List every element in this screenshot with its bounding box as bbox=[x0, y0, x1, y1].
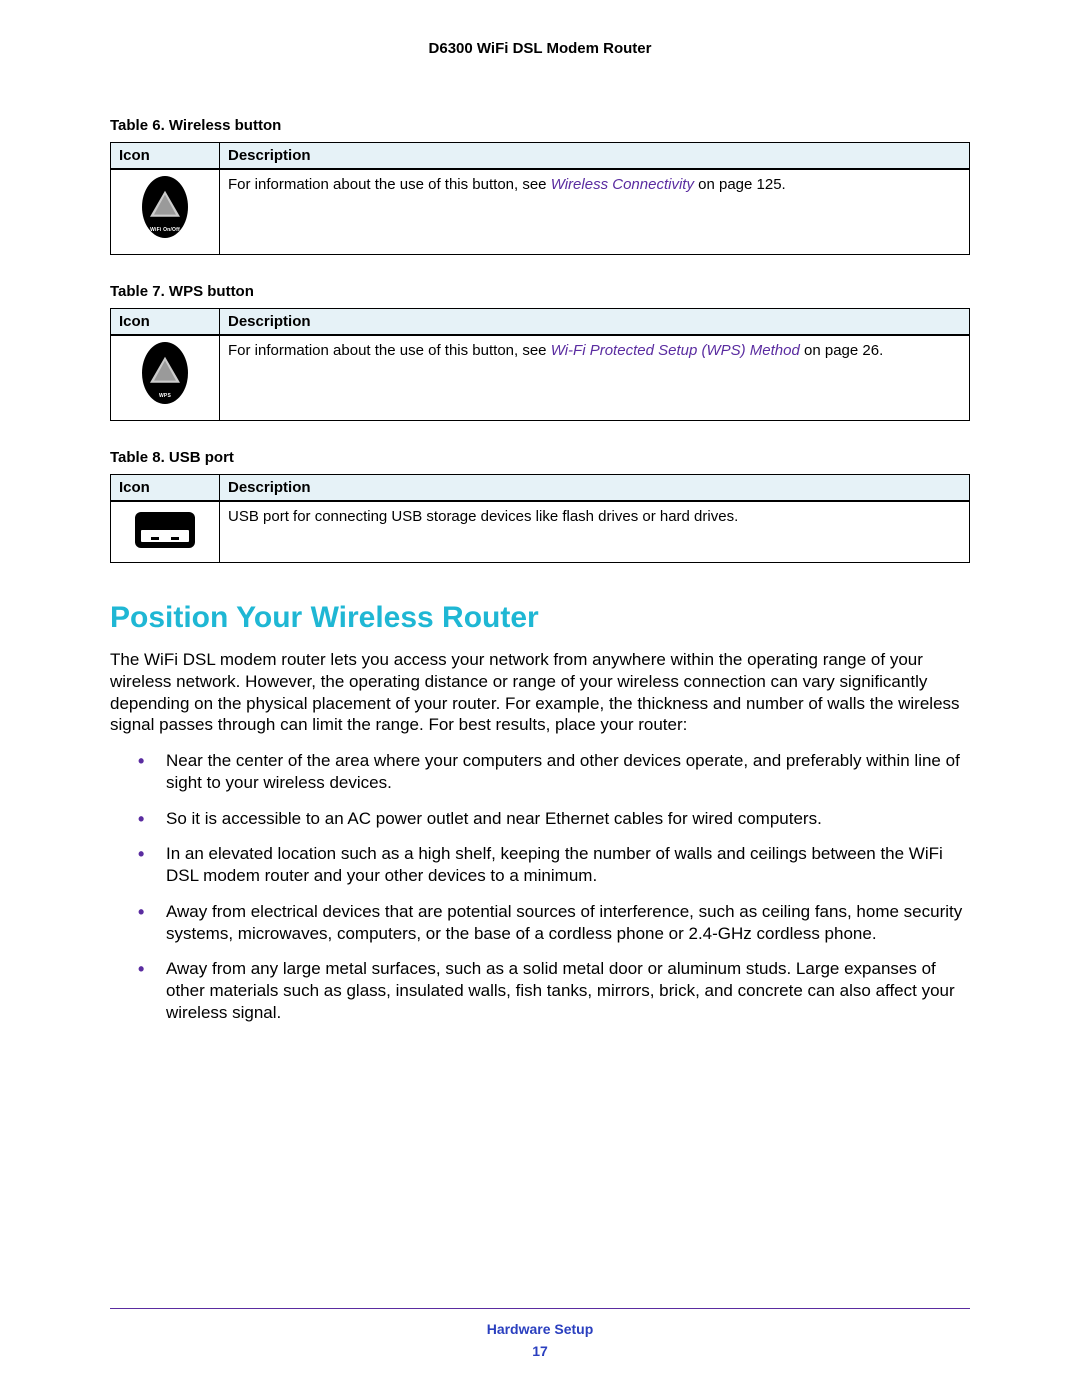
table6-icon-cell: WiFi On/Off bbox=[111, 169, 220, 255]
wps-button-icon: WPS bbox=[142, 342, 188, 404]
table8-caption: Table 8. USB port bbox=[110, 449, 970, 466]
table6-desc-prefix: For information about the use of this bu… bbox=[228, 176, 551, 193]
wifi-onoff-icon-label: WiFi On/Off bbox=[142, 227, 188, 233]
section-title: Position Your Wireless Router bbox=[110, 601, 970, 635]
wifi-onoff-button-icon: WiFi On/Off bbox=[142, 176, 188, 238]
table7-caption: Table 7. WPS button bbox=[110, 283, 970, 300]
table8: Icon Description USB port for connecting… bbox=[110, 474, 970, 563]
table7-icon-cell: WPS bbox=[111, 335, 220, 421]
placement-bullets: Near the center of the area where your c… bbox=[110, 750, 970, 1024]
wireless-connectivity-link[interactable]: Wireless Connectivity bbox=[551, 176, 694, 193]
table6-caption: Table 6. Wireless button bbox=[110, 117, 970, 134]
wps-method-link[interactable]: Wi-Fi Protected Setup (WPS) Method bbox=[551, 342, 800, 359]
bullet-item: Near the center of the area where your c… bbox=[138, 750, 970, 794]
table7-desc-suffix: on page 26. bbox=[800, 342, 883, 359]
table8-header-icon: Icon bbox=[111, 475, 220, 502]
usb-port-icon bbox=[135, 512, 195, 548]
table7-header-desc: Description bbox=[220, 309, 970, 336]
table7-desc-prefix: For information about the use of this bu… bbox=[228, 342, 551, 359]
section-intro: The WiFi DSL modem router lets you acces… bbox=[110, 649, 970, 736]
wps-icon-label: WPS bbox=[142, 393, 188, 399]
table6-header-icon: Icon bbox=[111, 143, 220, 170]
table7-header-icon: Icon bbox=[111, 309, 220, 336]
table7-desc-cell: For information about the use of this bu… bbox=[220, 335, 970, 421]
table7: Icon Description WPS For information abo… bbox=[110, 308, 970, 421]
bullet-item: Away from electrical devices that are po… bbox=[138, 901, 970, 945]
table8-icon-cell bbox=[111, 501, 220, 563]
table6-desc-suffix: on page 125. bbox=[694, 176, 786, 193]
page-footer: Hardware Setup 17 bbox=[110, 1308, 970, 1359]
page-header-title: D6300 WiFi DSL Modem Router bbox=[110, 40, 970, 57]
table8-header-desc: Description bbox=[220, 475, 970, 502]
table6-header-desc: Description bbox=[220, 143, 970, 170]
footer-label: Hardware Setup bbox=[110, 1321, 970, 1337]
table8-desc-text: USB port for connecting USB storage devi… bbox=[228, 508, 738, 525]
footer-rule bbox=[110, 1308, 970, 1309]
bullet-item: In an elevated location such as a high s… bbox=[138, 843, 970, 887]
footer-page-number: 17 bbox=[110, 1343, 970, 1359]
table8-desc-cell: USB port for connecting USB storage devi… bbox=[220, 501, 970, 563]
table6: Icon Description WiFi On/Off For informa… bbox=[110, 142, 970, 255]
bullet-item: Away from any large metal surfaces, such… bbox=[138, 958, 970, 1023]
bullet-item: So it is accessible to an AC power outle… bbox=[138, 808, 970, 830]
table6-desc-cell: For information about the use of this bu… bbox=[220, 169, 970, 255]
